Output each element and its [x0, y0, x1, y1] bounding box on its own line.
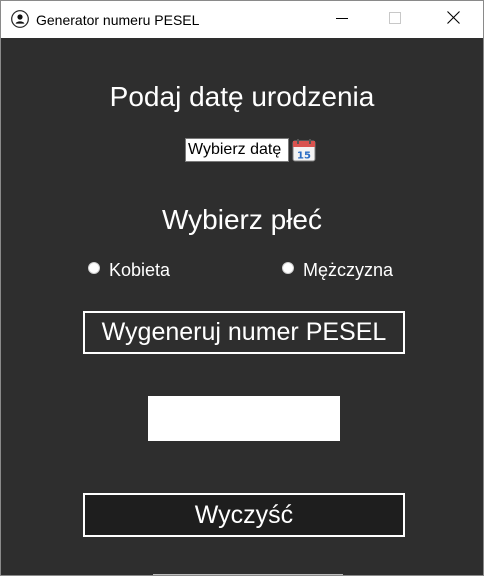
calendar-day-number: 15 — [297, 151, 311, 162]
close-icon — [446, 10, 460, 29]
generate-pesel-button[interactable]: Wygeneruj numer PESEL — [83, 311, 405, 354]
date-heading: Podaj datę urodzenia — [109, 81, 375, 112]
close-button[interactable] — [430, 1, 476, 38]
main-panel: Podaj datę urodzenia Wybierz datę 15 Wyb… — [1, 38, 483, 575]
sex-heading: Wybierz płeć — [161, 204, 322, 235]
radio-button-mezczyzna[interactable] — [282, 262, 294, 274]
title-bar[interactable]: Generator numeru PESEL — [1, 1, 483, 38]
maximize-button[interactable] — [372, 1, 418, 38]
minimize-icon — [336, 11, 348, 29]
user-avatar-icon — [11, 10, 29, 28]
radio-label-kobieta: Kobieta — [109, 260, 171, 280]
app-window: Generator numeru PESEL Podaj datę urodze… — [0, 0, 484, 576]
radio-button-kobieta[interactable] — [88, 262, 100, 274]
calendar-icon[interactable]: 15 — [292, 138, 316, 162]
date-picker[interactable]: Wybierz datę 15 — [185, 138, 316, 162]
maximize-icon — [389, 11, 401, 29]
radio-kobieta[interactable]: Kobieta — [88, 258, 170, 282]
radio-mezczyzna[interactable]: Mężczyzna — [282, 258, 393, 282]
date-field[interactable]: Wybierz datę — [185, 138, 289, 162]
clear-button[interactable]: Wyczyść — [83, 493, 405, 537]
minimize-button[interactable] — [319, 1, 365, 38]
pesel-result-field[interactable] — [148, 396, 340, 441]
radio-label-mezczyzna: Mężczyzna — [303, 260, 394, 280]
window-title: Generator numeru PESEL — [36, 12, 200, 28]
